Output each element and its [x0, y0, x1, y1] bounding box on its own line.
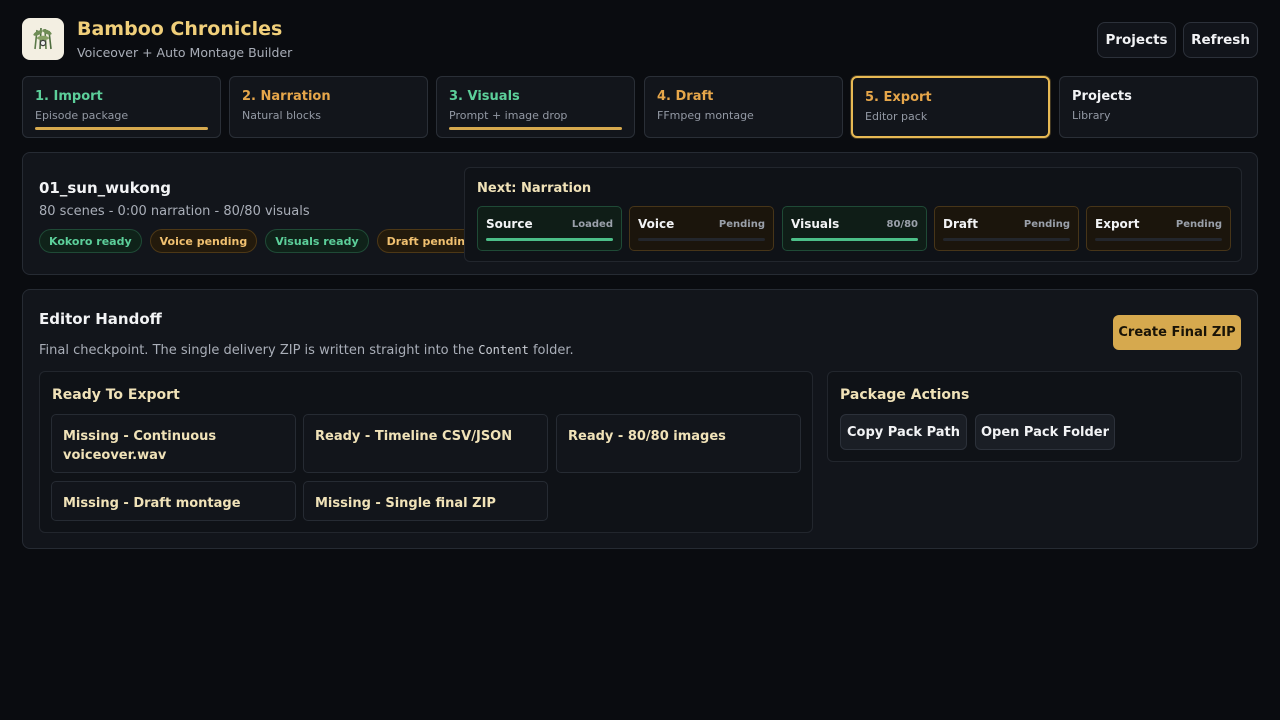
tab-narration[interactable]: 2. Narration Natural blocks — [229, 76, 428, 138]
tab-import[interactable]: 1. Import Episode package — [22, 76, 221, 138]
step-tabs: 1. Import Episode package 2. Narration N… — [22, 76, 1258, 138]
checklist-item-voiceover: Missing - Continuous voiceover.wav — [51, 414, 296, 473]
app-title: Bamboo Chronicles — [77, 18, 283, 40]
step-title: 3. Visuals — [449, 89, 520, 104]
status-badge-kokoro: Kokoro ready — [39, 229, 142, 253]
checklist-item-final-zip: Missing - Single final ZIP — [303, 481, 548, 521]
tab-draft[interactable]: 4. Draft FFmpeg montage — [644, 76, 843, 138]
stage-progress-fill — [791, 238, 918, 241]
step-title: 1. Import — [35, 89, 103, 104]
stage-progress-track — [1095, 238, 1222, 241]
section-title: Editor Handoff — [39, 310, 162, 328]
stage-progress-fill — [486, 238, 613, 241]
next-step-title: Next: Narration — [477, 181, 592, 196]
tab-export[interactable]: 5. Export Editor pack — [851, 76, 1050, 138]
checklist-item-draft-montage: Missing - Draft montage — [51, 481, 296, 521]
package-actions-panel: Package Actions Copy Pack Path Open Pack… — [827, 371, 1242, 462]
stage-draft: Draft Pending — [934, 206, 1079, 251]
package-actions-title: Package Actions — [840, 387, 970, 403]
content-folder-code: Content — [478, 343, 529, 357]
step-progress-bar — [35, 127, 208, 130]
app-subtitle: Voiceover + Auto Montage Builder — [77, 45, 293, 60]
create-final-zip-button[interactable]: Create Final ZIP — [1113, 315, 1241, 350]
projects-button[interactable]: Projects — [1097, 22, 1176, 58]
bamboo-logo-icon — [26, 22, 60, 56]
stage-name: Export — [1095, 217, 1140, 231]
stage-status: Pending — [1175, 219, 1222, 230]
step-subtitle: Library — [1072, 109, 1111, 122]
step-subtitle: Editor pack — [865, 110, 928, 123]
stage-name: Source — [486, 217, 533, 231]
step-subtitle: Episode package — [35, 109, 129, 122]
step-progress-bar — [449, 127, 622, 130]
refresh-button[interactable]: Refresh — [1183, 22, 1258, 58]
step-title: 4. Draft — [657, 89, 714, 104]
stage-source: Source Loaded — [477, 206, 622, 251]
stage-name: Draft — [943, 217, 978, 231]
description-text: Final checkpoint. The single delivery ZI… — [39, 343, 479, 358]
stage-name: Visuals — [791, 217, 840, 231]
next-step-panel: Next: Narration Source Loaded Voice Pend… — [464, 167, 1242, 262]
open-pack-folder-button[interactable]: Open Pack Folder — [975, 414, 1115, 450]
step-title: 5. Export — [865, 90, 932, 105]
ready-to-export-panel: Ready To Export Missing - Continuous voi… — [39, 371, 813, 533]
app-header: Bamboo Chronicles Voiceover + Auto Monta… — [22, 18, 1258, 62]
section-description: Final checkpoint. The single delivery ZI… — [39, 343, 574, 358]
step-subtitle: Natural blocks — [242, 109, 321, 122]
episode-summary-panel: 01_sun_wukong 80 scenes - 0:00 narration… — [22, 152, 1258, 275]
tab-visuals[interactable]: 3. Visuals Prompt + image drop — [436, 76, 635, 138]
episode-name: 01_sun_wukong — [39, 179, 171, 197]
step-title: Projects — [1072, 89, 1132, 104]
episode-meta: 80 scenes - 0:00 narration - 80/80 visua… — [39, 204, 310, 219]
step-subtitle: FFmpeg montage — [657, 109, 754, 122]
stage-progress-track — [791, 238, 918, 241]
ready-to-export-title: Ready To Export — [52, 387, 180, 403]
description-text-end: folder. — [528, 343, 574, 358]
stage-visuals: Visuals 80/80 — [782, 206, 927, 251]
stage-status: Pending — [718, 219, 765, 230]
status-badge-visuals: Visuals ready — [265, 229, 369, 253]
checklist-item-images: Ready - 80/80 images — [556, 414, 801, 473]
stage-status: 80/80 — [886, 219, 918, 230]
stage-status: Pending — [1023, 219, 1070, 230]
checklist-item-timeline: Ready - Timeline CSV/JSON — [303, 414, 548, 473]
editor-handoff-panel: Editor Handoff Final checkpoint. The sin… — [22, 289, 1258, 549]
stage-export: Export Pending — [1086, 206, 1231, 251]
stage-name: Voice — [638, 217, 675, 231]
stage-progress-track — [943, 238, 1070, 241]
step-title: 2. Narration — [242, 89, 331, 104]
status-badge-voice: Voice pending — [149, 229, 258, 253]
app-logo — [22, 18, 64, 60]
copy-pack-path-button[interactable]: Copy Pack Path — [840, 414, 967, 450]
step-subtitle: Prompt + image drop — [449, 109, 568, 122]
stage-progress-track — [638, 238, 765, 241]
status-chips: Kokoro ready Voice pending Visuals ready… — [39, 229, 483, 253]
tab-projects[interactable]: Projects Library — [1059, 76, 1258, 138]
stage-progress-track — [486, 238, 613, 241]
stage-voice: Voice Pending — [629, 206, 774, 251]
stage-status: Loaded — [571, 219, 613, 230]
